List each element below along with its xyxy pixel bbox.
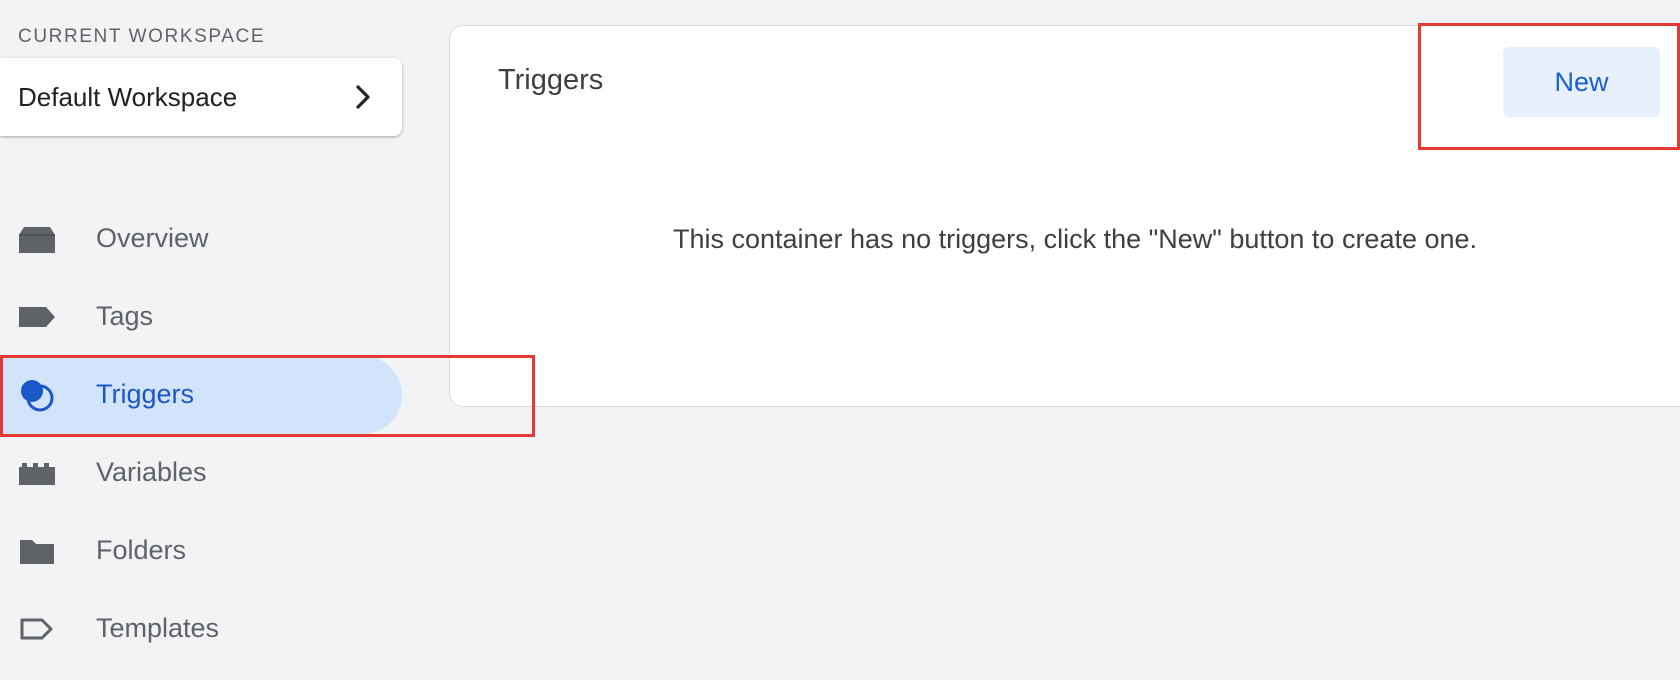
sidebar-item-label: Folders bbox=[96, 535, 187, 565]
template-icon bbox=[20, 618, 53, 640]
sidebar-item-label: Variables bbox=[96, 457, 207, 487]
sidebar-item-folders[interactable]: Folders bbox=[0, 512, 402, 590]
page-title: Triggers bbox=[498, 64, 604, 96]
sidebar-item-templates[interactable]: Templates bbox=[0, 590, 402, 668]
sidebar-item-tags[interactable]: Tags bbox=[0, 278, 402, 356]
variables-icon bbox=[19, 463, 55, 485]
overview-icon bbox=[19, 227, 55, 253]
tag-icon bbox=[19, 307, 55, 327]
sidebar-item-variables[interactable]: Variables bbox=[0, 434, 402, 512]
new-button[interactable]: New bbox=[1503, 47, 1660, 117]
triggers-card: Triggers New This container has no trigg… bbox=[449, 25, 1680, 407]
sidebar-item-label: Tags bbox=[96, 301, 154, 331]
workspace-label: CURRENT WORKSPACE bbox=[18, 26, 266, 47]
chevron-right-icon bbox=[356, 85, 370, 109]
workspace-name: Default Workspace bbox=[18, 82, 238, 112]
page: CURRENT WORKSPACE Default Workspace Over… bbox=[0, 0, 1680, 680]
sidebar-nav: Overview Tags Triggers Variables Folders… bbox=[0, 200, 420, 668]
workspace-selector[interactable]: Default Workspace bbox=[0, 58, 402, 136]
sidebar-item-label: Overview bbox=[96, 223, 209, 253]
sidebar-item-triggers[interactable]: Triggers bbox=[0, 356, 402, 434]
trigger-icon bbox=[21, 380, 54, 412]
sidebar-item-label: Templates bbox=[96, 613, 220, 643]
folder-icon bbox=[20, 540, 54, 564]
empty-state-message: This container has no triggers, click th… bbox=[672, 224, 1478, 254]
sidebar-item-overview[interactable]: Overview bbox=[0, 200, 402, 278]
sidebar-item-label: Triggers bbox=[96, 379, 195, 409]
sidebar: CURRENT WORKSPACE Default Workspace Over… bbox=[0, 0, 420, 680]
